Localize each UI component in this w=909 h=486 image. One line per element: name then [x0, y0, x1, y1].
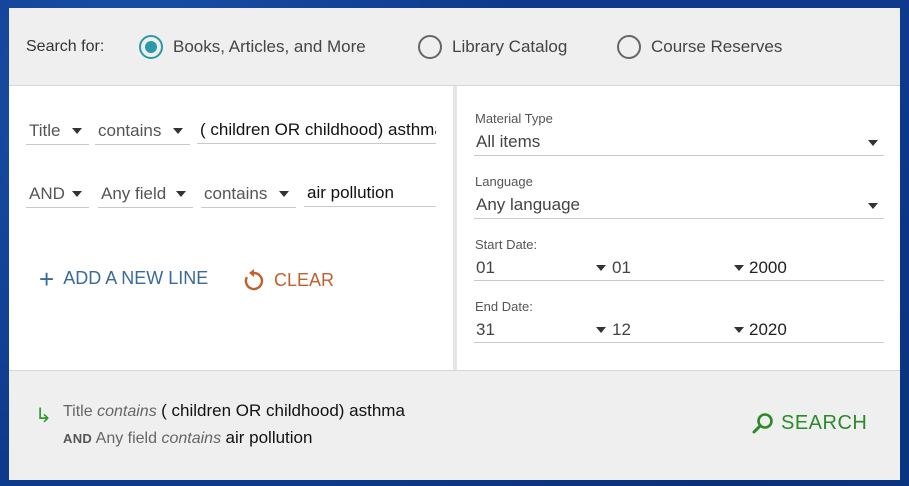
scope-radio-label: Course Reserves: [651, 37, 783, 56]
operator-select[interactable]: AND: [26, 180, 89, 208]
radio-unchecked-icon: [418, 35, 442, 59]
scope-radio-library-catalog[interactable]: Library Catalog: [418, 35, 567, 59]
dropdown-caret-icon: [173, 128, 183, 134]
summary-field: Title: [63, 403, 93, 420]
summary-precision: contains: [161, 430, 222, 447]
language-value: Any language: [476, 195, 580, 214]
dropdown-caret-icon: [279, 191, 289, 197]
filters-area: Material Type All items Language Any lan…: [457, 86, 900, 370]
dropdown-caret-icon: [176, 191, 186, 197]
start-day-value: 01: [476, 257, 495, 277]
advanced-search-panel: Search for: Books, Articles, and More Li…: [9, 8, 900, 480]
field-select[interactable]: Title: [26, 117, 89, 145]
start-month-select[interactable]: 01: [612, 254, 744, 281]
summary-precision: contains: [97, 403, 157, 420]
search-for-label: Search for:: [26, 38, 105, 55]
material-type-value: All items: [476, 132, 541, 151]
summary-value: ( children OR childhood) asthma: [161, 401, 405, 420]
summary-line-2: AND Any field contains air pollution: [63, 428, 312, 448]
radio-unchecked-icon: [617, 35, 641, 59]
dropdown-caret-icon: [596, 327, 606, 333]
end-month-select[interactable]: 12: [612, 316, 744, 343]
dropdown-caret-icon: [596, 265, 606, 271]
field-select-value: Title: [29, 120, 61, 140]
field-select[interactable]: Any field: [98, 180, 193, 208]
precision-select-value: contains: [204, 183, 268, 203]
scope-radio-label: Library Catalog: [452, 37, 568, 56]
dropdown-caret-icon: [734, 327, 744, 333]
end-date-label: End Date:: [475, 299, 533, 314]
search-button[interactable]: SEARCH: [751, 411, 867, 435]
precision-select[interactable]: contains: [201, 180, 296, 208]
add-new-line-label: ADD A NEW LINE: [63, 268, 209, 288]
scope-radio-course-reserves[interactable]: Course Reserves: [617, 35, 782, 59]
clear-button[interactable]: CLEAR: [242, 268, 334, 292]
end-day-select[interactable]: 31: [476, 316, 606, 343]
start-month-value: 01: [612, 257, 631, 277]
plus-icon: +: [39, 263, 55, 294]
scope-radio-label: Books, Articles, and More: [173, 37, 366, 56]
query-lines-area: Title contains ( children OR childhood) …: [9, 86, 453, 370]
search-label: SEARCH: [781, 411, 868, 434]
operator-select-value: AND: [29, 183, 65, 203]
query-summary-bar: ↳ Title contains ( children OR childhood…: [9, 370, 900, 480]
precision-select[interactable]: contains: [95, 117, 190, 145]
reset-icon: [244, 269, 264, 291]
end-year-input[interactable]: 2020: [749, 316, 884, 343]
precision-select-value: contains: [98, 120, 162, 140]
search-scope-bar: Search for: Books, Articles, and More Li…: [9, 8, 900, 86]
start-date-label: Start Date:: [475, 237, 538, 252]
language-label: Language: [475, 174, 533, 189]
dropdown-caret-icon: [734, 265, 744, 271]
scope-radio-books-articles[interactable]: Books, Articles, and More: [139, 35, 366, 59]
arrow-return-icon: ↳: [35, 405, 52, 427]
dropdown-caret-icon: [72, 128, 82, 134]
language-select[interactable]: Any language: [474, 192, 884, 219]
material-type-select[interactable]: All items: [474, 129, 884, 156]
query-text-input[interactable]: air pollution: [304, 179, 436, 207]
start-date-row: 01 01 2000: [474, 254, 884, 281]
dropdown-caret-icon: [868, 140, 878, 146]
dropdown-caret-icon: [868, 203, 878, 209]
material-type-label: Material Type: [475, 111, 553, 126]
query-text-input[interactable]: ( children OR childhood) asthma: [197, 116, 436, 144]
summary-field: Any field: [95, 430, 158, 447]
radio-checked-icon: [139, 35, 163, 59]
start-year-input[interactable]: 2000: [749, 254, 884, 281]
summary-value: air pollution: [225, 428, 313, 447]
field-select-value: Any field: [101, 183, 167, 203]
clear-label: CLEAR: [274, 269, 335, 290]
dropdown-caret-icon: [72, 191, 82, 197]
search-icon: [752, 413, 773, 434]
end-month-value: 12: [612, 319, 631, 339]
add-new-line-button[interactable]: + ADD A NEW LINE: [39, 263, 209, 294]
end-day-value: 31: [476, 319, 495, 339]
end-date-row: 31 12 2020: [474, 316, 884, 343]
summary-line-1: Title contains ( children OR childhood) …: [63, 401, 405, 421]
summary-operator: AND: [63, 431, 93, 446]
start-day-select[interactable]: 01: [476, 254, 606, 281]
